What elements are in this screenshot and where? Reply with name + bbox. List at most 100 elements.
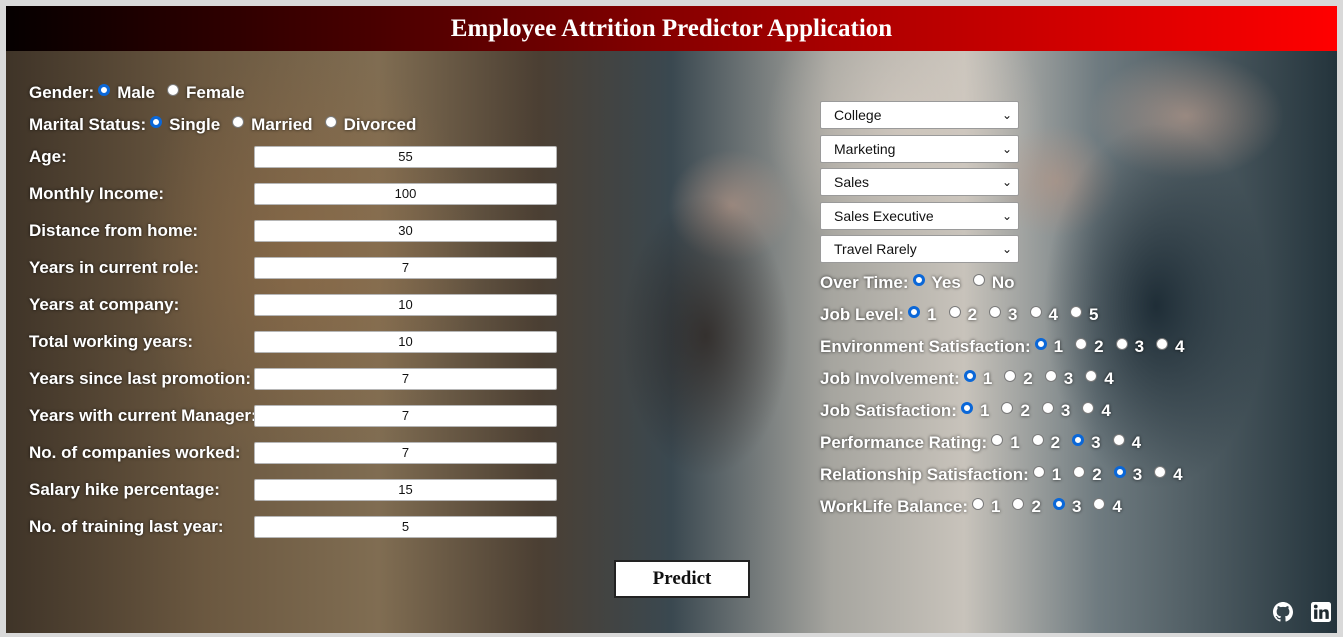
performance-rating-option-4[interactable]: 4 (1109, 433, 1141, 453)
radio-button[interactable] (1082, 402, 1095, 414)
training-last-year-label: No. of training last year: (29, 517, 224, 536)
gender-radio-male[interactable] (98, 84, 111, 96)
radio-button[interactable] (1069, 306, 1082, 318)
overtime-option-no[interactable]: No (969, 273, 1015, 293)
environment-satisfaction-option-3[interactable]: 3 (1112, 337, 1144, 357)
radio-button[interactable] (989, 306, 1002, 318)
relationship-satisfaction-option-1[interactable]: 1 (1029, 465, 1061, 485)
years-current-role-input[interactable]: 7 (254, 257, 557, 279)
linkedin-icon[interactable] (1311, 602, 1331, 622)
job-involvement-option-1[interactable]: 1 (960, 369, 992, 389)
relationship-satisfaction-option-2[interactable]: 2 (1069, 465, 1102, 485)
total-working-years-label: Total working years: (29, 332, 194, 351)
overtime-radio-yes[interactable] (912, 274, 925, 286)
radio-button[interactable] (1156, 338, 1169, 350)
radio-button[interactable] (1093, 498, 1106, 510)
job-involvement-option-3[interactable]: 3 (1041, 369, 1073, 389)
education-select[interactable]: College ⌄ (820, 101, 1019, 129)
age-input[interactable]: 55 (254, 146, 557, 168)
job-level-option-4[interactable]: 4 (1026, 305, 1058, 325)
radio-button[interactable] (1044, 370, 1057, 382)
radio-button[interactable] (1001, 402, 1014, 414)
department-select[interactable]: Sales ⌄ (820, 168, 1019, 196)
worklife-balance-option-4[interactable]: 4 (1089, 497, 1122, 517)
job-level-label: Job Level: (820, 305, 905, 324)
job-satisfaction-option-1[interactable]: 1 (957, 401, 989, 421)
radio-button[interactable] (1072, 434, 1085, 446)
marital-radio-divorced[interactable] (324, 116, 337, 128)
github-icon[interactable] (1273, 602, 1293, 622)
radio-button[interactable] (972, 498, 985, 510)
gender-radio-female[interactable] (166, 84, 179, 96)
environment-satisfaction-label: Environment Satisfaction: (820, 337, 1031, 356)
radio-button[interactable] (948, 306, 961, 318)
environment-satisfaction-option-2[interactable]: 2 (1071, 337, 1104, 357)
education-field-select[interactable]: Marketing ⌄ (820, 135, 1019, 163)
radio-button[interactable] (1115, 338, 1128, 350)
job-level-option-3[interactable]: 3 (985, 305, 1018, 325)
job-involvement-label: Job Involvement: (820, 369, 960, 388)
job-level-option-1[interactable]: 1 (904, 305, 937, 325)
distance-from-home-input[interactable]: 30 (254, 220, 557, 242)
monthly-income-input[interactable]: 100 (254, 183, 557, 205)
job-level-option-2[interactable]: 2 (945, 305, 977, 325)
relationship-satisfaction-option-4[interactable]: 4 (1150, 465, 1183, 485)
training-last-year-input[interactable]: 5 (254, 516, 557, 538)
companies-worked-label: No. of companies worked: (29, 443, 241, 462)
overtime-radio-no[interactable] (972, 274, 985, 286)
marital-option-married[interactable]: Married (228, 115, 313, 135)
worklife-balance-option-1[interactable]: 1 (968, 497, 1000, 517)
radio-button[interactable] (1032, 466, 1045, 478)
worklife-balance-option-2[interactable]: 2 (1008, 497, 1041, 517)
radio-button[interactable] (991, 434, 1004, 446)
gender-option-male[interactable]: Male (94, 83, 155, 103)
salary-hike-input[interactable]: 15 (254, 479, 557, 501)
worklife-balance-group: WorkLife Balance: 1 2 3 4 (820, 497, 1130, 517)
years-with-manager-input[interactable]: 7 (254, 405, 557, 427)
radio-button[interactable] (1075, 338, 1088, 350)
radio-button[interactable] (1085, 370, 1098, 382)
radio-button[interactable] (1034, 338, 1047, 350)
companies-worked-input[interactable]: 7 (254, 442, 557, 464)
total-working-years-input[interactable]: 10 (254, 331, 557, 353)
radio-button[interactable] (1112, 434, 1125, 446)
environment-satisfaction-option-1[interactable]: 1 (1031, 337, 1063, 357)
worklife-balance-label: WorkLife Balance: (820, 497, 969, 516)
marital-option-divorced[interactable]: Divorced (321, 115, 416, 135)
radio-button[interactable] (1041, 402, 1054, 414)
radio-button[interactable] (963, 370, 976, 382)
performance-rating-option-1[interactable]: 1 (987, 433, 1020, 453)
marital-radio-married[interactable] (232, 116, 245, 128)
job-satisfaction-option-3[interactable]: 3 (1038, 401, 1070, 421)
job-satisfaction-option-2[interactable]: 2 (997, 401, 1030, 421)
radio-button[interactable] (1154, 466, 1167, 478)
years-since-promotion-input[interactable]: 7 (254, 368, 557, 390)
radio-button[interactable] (1029, 306, 1042, 318)
marital-radio-single[interactable] (150, 116, 163, 128)
job-involvement-option-4[interactable]: 4 (1081, 369, 1114, 389)
business-travel-select[interactable]: Travel Rarely ⌄ (820, 235, 1019, 263)
years-at-company-input[interactable]: 10 (254, 294, 557, 316)
radio-button[interactable] (1113, 466, 1126, 478)
distance-from-home-label: Distance from home: (29, 221, 199, 240)
worklife-balance-option-3[interactable]: 3 (1049, 497, 1081, 517)
relationship-satisfaction-option-3[interactable]: 3 (1110, 465, 1142, 485)
performance-rating-option-3[interactable]: 3 (1068, 433, 1101, 453)
marital-option-single[interactable]: Single (146, 115, 220, 135)
radio-button[interactable] (1004, 370, 1017, 382)
environment-satisfaction-option-4[interactable]: 4 (1152, 337, 1185, 357)
radio-button[interactable] (1012, 498, 1025, 510)
job-level-option-5[interactable]: 5 (1066, 305, 1098, 325)
radio-button[interactable] (960, 402, 973, 414)
predict-button[interactable]: Predict (614, 560, 750, 598)
job-role-select[interactable]: Sales Executive ⌄ (820, 202, 1019, 230)
radio-button[interactable] (1073, 466, 1086, 478)
radio-button[interactable] (908, 306, 921, 318)
radio-button[interactable] (1052, 498, 1065, 510)
job-involvement-option-2[interactable]: 2 (1000, 369, 1033, 389)
gender-option-female[interactable]: Female (163, 83, 245, 103)
job-satisfaction-option-4[interactable]: 4 (1078, 401, 1111, 421)
performance-rating-option-2[interactable]: 2 (1028, 433, 1060, 453)
radio-button[interactable] (1031, 434, 1044, 446)
overtime-option-yes[interactable]: Yes (909, 273, 961, 293)
